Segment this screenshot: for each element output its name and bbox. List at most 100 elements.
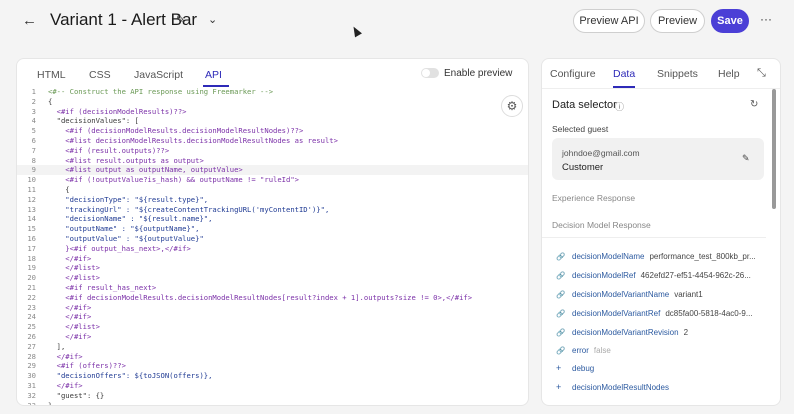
code-line[interactable]: 5 <#if (decisionModelResults.decisionMod…: [17, 126, 528, 136]
code-line[interactable]: 14 "decisionName" : "${result.name}",: [17, 214, 528, 224]
code-line[interactable]: 3 <#if (decisionModelResults)??>: [17, 107, 528, 117]
gutter-spacer: [38, 361, 48, 371]
refresh-icon[interactable]: ↻: [750, 99, 758, 110]
enable-preview-toggle[interactable]: [421, 68, 439, 78]
edit-title-icon[interactable]: ✎: [176, 13, 185, 26]
expand-plus-icon[interactable]: +: [556, 363, 572, 373]
code-text: </#if>: [48, 351, 83, 361]
code-line[interactable]: 13 "trackingUrl" : "${createContentTrack…: [17, 205, 528, 215]
line-number: 9: [31, 165, 36, 175]
code-line[interactable]: 20 </#list>: [17, 273, 528, 283]
gutter-spacer: [38, 214, 48, 224]
line-number: 28: [27, 351, 36, 361]
code-text: <#list decisionModelResults.decisionMode…: [48, 135, 338, 145]
code-line[interactable]: 24 </#if>: [17, 312, 528, 322]
link-icon[interactable]: 🔗: [556, 290, 572, 299]
code-line[interactable]: 22 <#if decisionModelResults.decisionMod…: [17, 293, 528, 303]
link-icon[interactable]: 🔗: [556, 271, 572, 280]
code-line[interactable]: 17 }<#if output_has_next>,</#if>: [17, 244, 528, 254]
more-options-icon[interactable]: ···: [760, 12, 772, 26]
code-line[interactable]: 23 </#if>: [17, 303, 528, 313]
property-row[interactable]: 🔗 error false: [556, 344, 611, 356]
code-text: </#if>: [48, 380, 83, 390]
property-key: decisionModelName: [572, 251, 645, 261]
code-line[interactable]: 2{: [17, 97, 528, 107]
data-selector-title: Data selector: [552, 99, 617, 111]
tab-api[interactable]: API: [205, 69, 222, 81]
line-number: 23: [27, 302, 36, 312]
tab-snippets[interactable]: Snippets: [657, 68, 698, 80]
code-line[interactable]: 9 <#list output as outputName, outputVal…: [17, 165, 528, 176]
line-number: 7: [31, 145, 36, 155]
property-row[interactable]: + debug: [556, 362, 599, 374]
experience-response-label[interactable]: Experience Response: [552, 193, 635, 203]
property-row[interactable]: 🔗 decisionModelVariantRevision 2: [556, 326, 688, 338]
code-text: {: [48, 96, 53, 106]
tab-html[interactable]: HTML: [37, 69, 66, 81]
code-line[interactable]: 6 <#list decisionModelResults.decisionMo…: [17, 136, 528, 146]
edit-guest-icon[interactable]: ✎: [742, 153, 750, 164]
code-line[interactable]: 28 </#if>: [17, 352, 528, 362]
gutter-spacer: [38, 342, 48, 352]
save-button[interactable]: Save: [711, 9, 749, 33]
property-row[interactable]: 🔗 decisionModelVariantName variant1: [556, 288, 703, 300]
info-icon[interactable]: ⓘ: [615, 100, 624, 113]
tab-configure[interactable]: Configure: [550, 68, 596, 80]
collapse-panel-icon[interactable]: ⤡: [757, 67, 766, 80]
code-line[interactable]: 8 <#list result.outputs as output>: [17, 156, 528, 166]
tab-javascript[interactable]: JavaScript: [134, 69, 183, 81]
line-number: 20: [27, 273, 36, 283]
tab-css[interactable]: CSS: [89, 69, 111, 81]
code-line[interactable]: 11 {: [17, 185, 528, 195]
code-line[interactable]: 33}: [17, 401, 528, 406]
back-arrow-icon[interactable]: ←: [22, 12, 37, 29]
code-line[interactable]: 16 "outputValue" : "${outputValue}": [17, 234, 528, 244]
scrollbar[interactable]: [772, 89, 776, 209]
code-line[interactable]: 26 </#if>: [17, 332, 528, 342]
preview-api-button[interactable]: Preview API: [573, 9, 645, 33]
code-line[interactable]: 18 </#if>: [17, 254, 528, 264]
code-line[interactable]: 7 <#if (result.outputs)??>: [17, 146, 528, 156]
property-key: decisionModelResultNodes: [572, 382, 669, 392]
code-line[interactable]: 19 </#list>: [17, 263, 528, 273]
code-line[interactable]: 32 "guest": {}: [17, 391, 528, 401]
link-icon[interactable]: 🔗: [556, 309, 572, 318]
code-line[interactable]: 25 </#list>: [17, 322, 528, 332]
line-number: 21: [27, 282, 36, 292]
gutter-spacer: [38, 352, 48, 362]
property-row[interactable]: 🔗 decisionModelVariantRef dc85fa00-5818-4a…: [556, 307, 753, 319]
settings-gear-icon[interactable]: ⚙: [501, 95, 523, 117]
property-key: decisionModelVariantRevision: [572, 327, 679, 337]
code-line[interactable]: 27 ],: [17, 342, 528, 352]
divider: [542, 237, 766, 238]
selected-guest-card[interactable]: johndoe@gmail.com Customer ✎: [552, 138, 764, 180]
code-line[interactable]: 12 "decisionType": "${result.type}",: [17, 195, 528, 205]
code-line[interactable]: 10 <#if (!outputValue?is_hash) && output…: [17, 175, 528, 185]
property-row[interactable]: 🔗 decisionModelName performance_test_800kb…: [556, 250, 756, 262]
code-line[interactable]: 15 "outputName" : "${outputName}",: [17, 224, 528, 234]
code-line[interactable]: 31 </#if>: [17, 381, 528, 391]
tab-help[interactable]: Help: [718, 68, 740, 80]
code-text: </#if>: [48, 312, 92, 322]
preview-button[interactable]: Preview: [650, 9, 705, 33]
tab-data[interactable]: Data: [613, 68, 635, 80]
property-value: variant1: [674, 289, 703, 299]
gutter-spacer: [38, 185, 48, 195]
link-icon[interactable]: 🔗: [556, 252, 572, 261]
code-line[interactable]: 4 "decisionValues": [: [17, 116, 528, 126]
code-area[interactable]: 1 <#-- Construct the API response using F…: [17, 87, 528, 406]
code-line[interactable]: 30 "decisionOffers": ${toJSON(offers)},: [17, 371, 528, 381]
link-icon[interactable]: 🔗: [556, 346, 572, 355]
gutter-spacer: [38, 401, 48, 406]
property-row[interactable]: 🔗 decisionModelRef 462efd27-ef51-4454-962c…: [556, 269, 751, 281]
chevron-down-icon[interactable]: ⌄: [208, 13, 217, 26]
property-value: false: [593, 345, 611, 355]
code-line[interactable]: 29 <#if (offers)??>: [17, 361, 528, 371]
code-line[interactable]: 21 <#if result_has_next>: [17, 283, 528, 293]
gutter-spacer: [38, 391, 48, 401]
decision-model-response-label[interactable]: Decision Model Response: [552, 220, 651, 230]
expand-plus-icon[interactable]: +: [556, 382, 572, 392]
code-line[interactable]: 1 <#-- Construct the API response using F…: [17, 87, 528, 97]
link-icon[interactable]: 🔗: [556, 328, 572, 337]
property-row[interactable]: + decisionModelResultNodes: [556, 381, 674, 393]
